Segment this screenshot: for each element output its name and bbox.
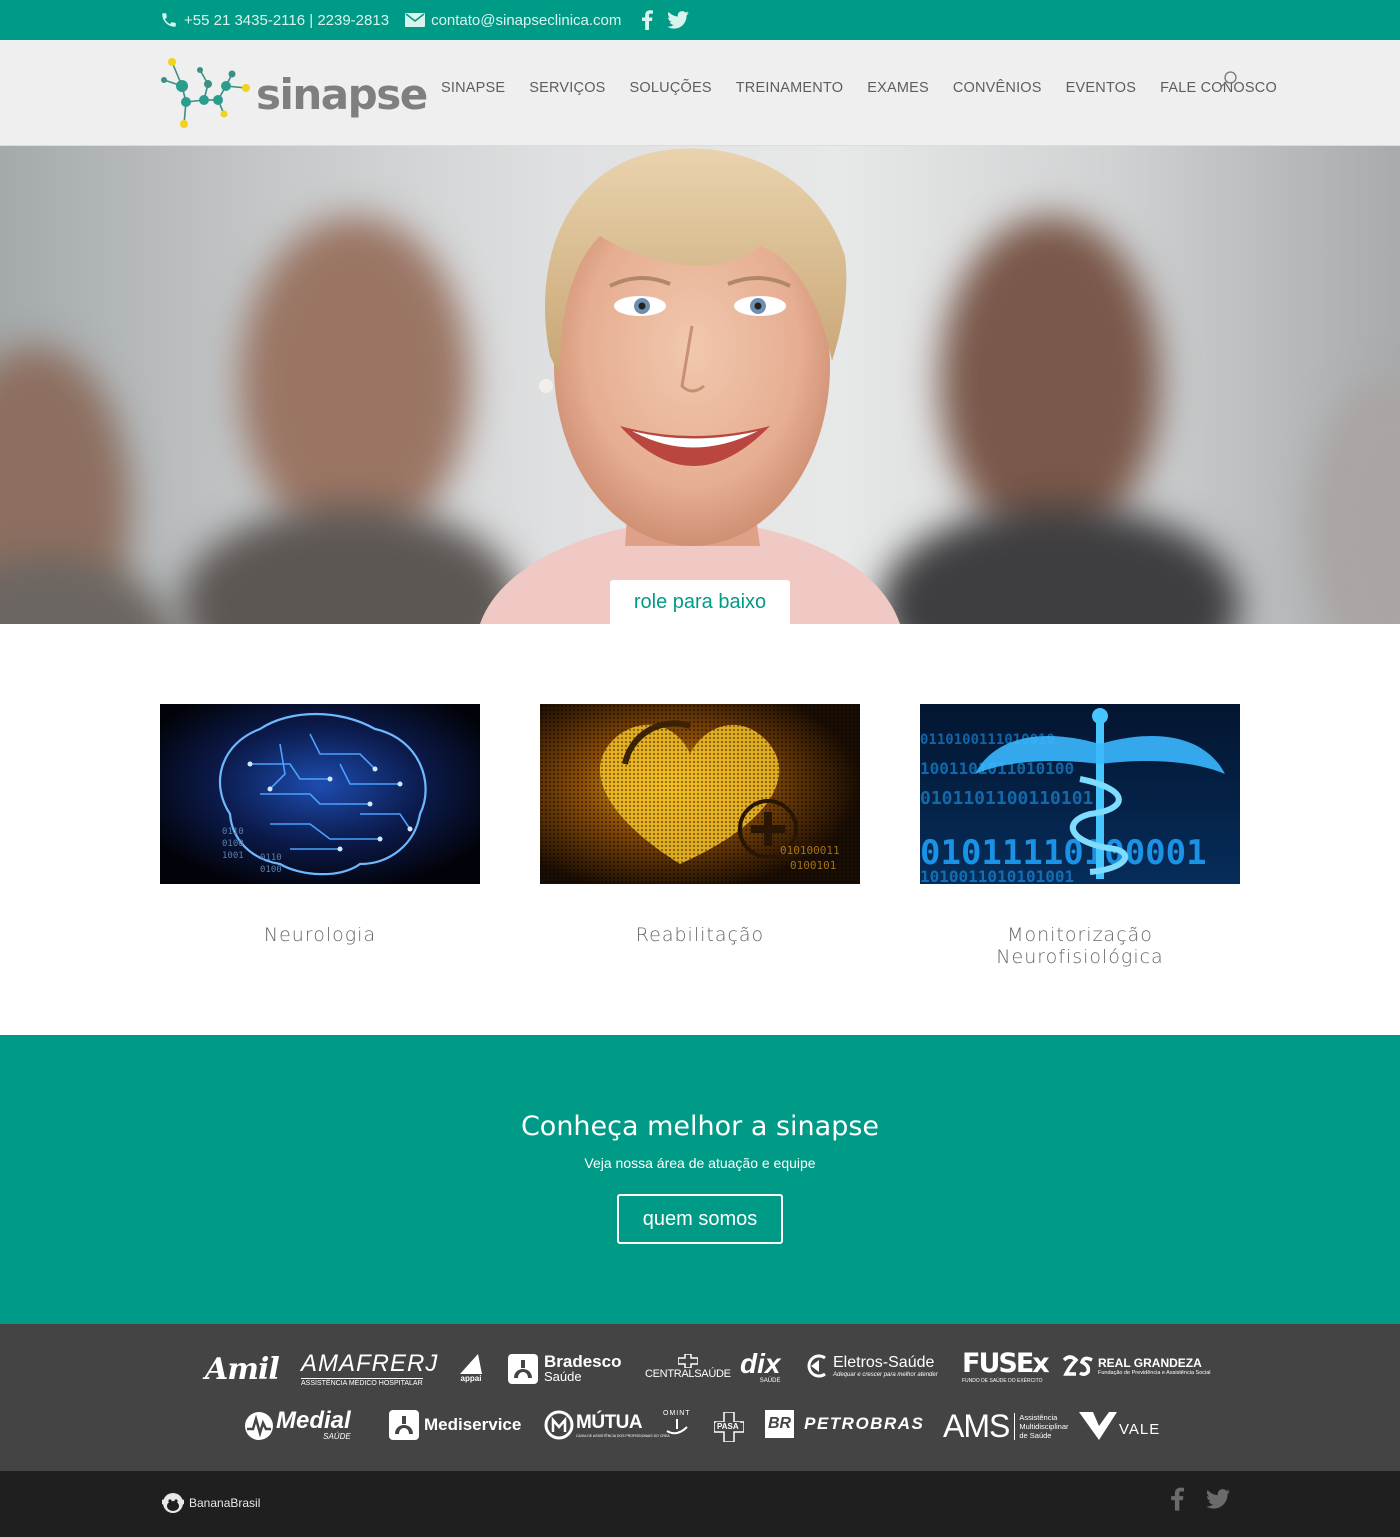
hero-banner: role para baixo [0,146,1400,624]
mutua-icon [544,1410,574,1440]
email-contact[interactable]: contato@sinapseclinica.com [405,12,621,29]
sinapse-logo[interactable]: sinapse [160,56,428,130]
partner-logo-omint: OMINT [663,1410,691,1435]
service-label: Neurologia [263,924,377,946]
partner-logo-dix: dix SAÚDE [740,1348,781,1385]
svg-text:0110: 0110 [222,827,244,837]
footer-facebook-icon[interactable] [1170,1487,1184,1511]
partner-logo-medial: Medial SAÚDE [244,1409,351,1441]
partner-logo-centralsaude: CENTRALSAÚDE [645,1354,731,1380]
service-card-reabilitacao[interactable]: 010100011 0100101 Reabilitação [540,704,860,946]
about-cta-section: Conheça melhor a sinapse Veja nossa área… [0,1035,1400,1324]
rehabilitation-heart-image: 010100011 0100101 [540,704,860,884]
main-nav: SINAPSE SERVIÇOS SOLUÇÕES TREINAMENTO EX… [441,80,1301,96]
scroll-down-button[interactable]: role para baixo [610,580,790,624]
partners-section: Amil AMAFRERJ ASSISTÊNCIA MÉDICO HOSPITA… [0,1324,1400,1471]
hero-bg-figure-far-right [1310,376,1400,624]
neuron-network-icon [161,58,250,128]
partner-logo-real-grandeza: REAL GRANDEZA Fundação de Previdência e … [1062,1354,1211,1378]
svg-text:0101101100110101: 0101101100110101 [920,788,1093,809]
svg-text:0100: 0100 [260,865,282,875]
top-bar: +55 21 3435-2116 | 2239-2813 contato@sin… [0,0,1400,40]
partner-logo-mutua: MÚTUA CAIXA DE ASSISTÊNCIA DOS PROFISSIO… [544,1410,670,1440]
svg-text:1010011010101001: 1010011010101001 [920,867,1074,884]
neurophysiology-caduceus-image: 0110100111010010 1001101011010100 010110… [920,704,1240,884]
about-us-button[interactable]: quem somos [617,1194,783,1244]
svg-text:1001: 1001 [222,851,244,861]
site-footer: BananaBrasil [0,1471,1400,1537]
nav-servicos[interactable]: SERVIÇOS [529,80,605,96]
vale-icon [1079,1412,1117,1440]
nav-sinapse[interactable]: SINAPSE [441,80,505,96]
email-address: contato@sinapseclinica.com [431,11,622,29]
partner-logo-petrobras: BR PETROBRAS [765,1410,924,1438]
partner-logo-appai: appai [458,1354,484,1383]
monkey-icon [162,1493,184,1513]
medial-icon [245,1411,273,1440]
neurology-brain-image: 0110 0100 1001 0110 0100 [160,704,480,884]
hero-woman-portrait [480,148,900,624]
service-label: Monitorização Neurofisiológica [996,924,1164,968]
nav-treinamento[interactable]: TREINAMENTO [736,80,843,96]
appai-icon [460,1354,482,1374]
developer-credit[interactable]: BananaBrasil [162,1491,260,1515]
hero-bg-figure-right [940,216,1160,546]
partner-logo-vale: VALE [1079,1410,1160,1440]
logo-wordmark: sinapse [256,70,428,119]
phone-number: +55 21 3435-2116 | 2239-2813 [184,11,390,29]
hero-bg-figure-left-body [0,556,180,624]
service-card-monitorizacao[interactable]: 0110100111010010 1001101011010100 010110… [920,704,1240,968]
partner-logo-pasa: PASA [714,1412,744,1442]
bradesco-icon [508,1354,538,1384]
mediservice-icon [389,1410,419,1440]
real-grandeza-icon [1062,1355,1093,1377]
nav-fale-conosco[interactable]: FALE CONOSCO [1160,80,1277,96]
eletros-icon [807,1354,826,1378]
footer-twitter-icon[interactable] [1206,1489,1230,1509]
mail-icon [405,12,426,28]
cross-icon [677,1354,698,1368]
partner-logo-amafrerj: AMAFRERJ ASSISTÊNCIA MÉDICO HOSPITALAR [301,1350,439,1387]
partner-logo-fusex: FUSEx FUNDO DE SAÚDE DO EXÉRCITO [962,1348,1050,1385]
partner-logo-ams: AMS Assistência Multidisciplinar de Saúd… [943,1408,1069,1444]
nav-solucoes[interactable]: SOLUÇÕES [630,80,712,96]
svg-text:0110: 0110 [260,853,282,863]
nav-exames[interactable]: EXAMES [867,80,929,96]
search-icon[interactable] [1220,70,1238,93]
svg-text:0100: 0100 [222,839,244,849]
hero-bg-figure-right-body [880,506,1240,624]
phone-contact[interactable]: +55 21 3435-2116 | 2239-2813 [160,11,389,29]
hero-bg-figure-center-left [240,216,470,546]
svg-text:0100101: 0100101 [790,859,836,872]
cta-title: Conheça melhor a sinapse [520,1111,880,1142]
site-header: sinapse SINAPSE SERVIÇOS SOLUÇÕES TREINA… [0,40,1400,146]
service-card-neurologia[interactable]: 0110 0100 1001 0110 0100 Neurologia [160,704,480,946]
nav-convenios[interactable]: CONVÊNIOS [953,80,1042,96]
partner-logo-eletros-saude: Eletros-Saúde Adequar e crescer para mel… [805,1354,938,1378]
partner-logo-bradesco: Bradesco Saúde [508,1353,621,1384]
service-label: Reabilitação [635,924,765,946]
nav-eventos[interactable]: EVENTOS [1066,80,1136,96]
svg-text:010100011: 010100011 [780,844,840,857]
partner-logo-amil: Amil [205,1352,280,1387]
cta-subtitle: Veja nossa área de atuação e equipe [584,1155,816,1171]
facebook-icon[interactable] [641,10,654,30]
partner-logo-mediservice: Mediservice [389,1410,521,1440]
twitter-icon[interactable] [667,11,690,29]
phone-icon [160,11,178,29]
omint-icon [666,1419,688,1435]
